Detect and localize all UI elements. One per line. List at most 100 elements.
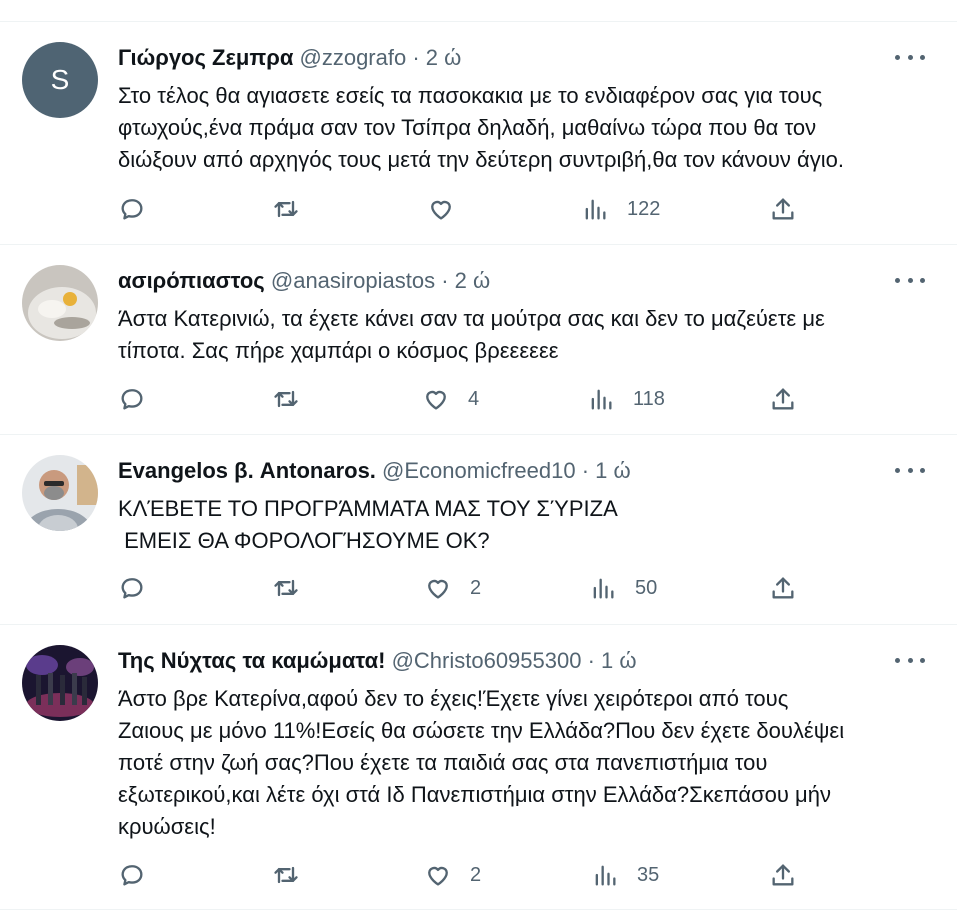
views-button[interactable]: 50 — [589, 573, 657, 603]
like-icon — [426, 390, 446, 410]
user-handle[interactable]: @zzografo — [300, 45, 407, 70]
tweet-text-line: τίποτα. Σας πήρε χαμπάρι ο κόσμος βρεεεε… — [118, 338, 559, 363]
view-count: 35 — [637, 863, 660, 886]
avatar[interactable] — [22, 265, 98, 341]
like-icon — [428, 579, 448, 599]
reply-icon — [121, 389, 143, 410]
avatar-letter: S — [50, 64, 70, 95]
tweet-text: Άστα Κατερινιώ, τα έχετε κάνει σαν τα μο… — [118, 303, 928, 367]
tweet-text-line: Άστα Κατερινιώ, τα έχετε κάνει σαν τα μο… — [118, 306, 825, 331]
share-button[interactable] — [769, 860, 797, 890]
tweet-actions: 2 50 — [0, 573, 957, 603]
views-icon — [585, 199, 606, 220]
views-button[interactable]: 122 — [581, 194, 660, 224]
reply-icon — [121, 199, 143, 220]
tweet-text: ΚΛΈΒΕΤΕ ΤΟ ΠΡΟΓΡΆΜΜΑΤΑ ΜΑΣ ΤΟΥ ΣΎΡΙΖΑ ΕΜ… — [118, 493, 928, 557]
avatar[interactable] — [22, 645, 98, 721]
retweet-icon — [274, 390, 298, 408]
tweet[interactable]: Της Νύχτας τα καμώματα! @Christo60955300… — [0, 625, 957, 910]
user-name[interactable]: ασιρόπιαστος — [118, 268, 265, 293]
avatar[interactable]: S — [22, 42, 98, 118]
more-icon[interactable] — [895, 275, 925, 285]
user-handle[interactable]: @anasiropiastos — [271, 268, 435, 293]
retweet-icon — [274, 200, 298, 218]
tweet-text-line: Ζαιους με μόνο 11%!Εσείς θα σώσετε την Ε… — [118, 718, 845, 743]
user-handle[interactable]: @Economicfreed10 — [382, 458, 576, 483]
retweet-button[interactable] — [272, 573, 300, 603]
user-handle[interactable]: @Christo60955300 — [392, 648, 582, 673]
tweet-actions: 122 — [0, 194, 957, 224]
retweet-button[interactable] — [272, 860, 300, 890]
avatar[interactable] — [22, 455, 98, 531]
retweet-icon — [274, 866, 298, 884]
retweet-button[interactable] — [272, 194, 300, 224]
like-count: 2 — [470, 863, 482, 886]
reply-button[interactable] — [118, 384, 146, 414]
view-count: 50 — [635, 576, 658, 599]
tweet-text-line: διώξουν από αρχηγός τους μετά την δεύτερ… — [118, 147, 844, 172]
views-button[interactable]: 35 — [591, 860, 659, 890]
reply-button[interactable] — [118, 860, 146, 890]
views-icon — [593, 578, 614, 599]
like-count: 2 — [470, 576, 482, 599]
user-name[interactable]: Γιώργος Ζεμπρα — [118, 45, 293, 70]
avatar-photo — [22, 645, 98, 721]
tweet-header: Γιώργος Ζεμπρα @zzografo · 2 ώ — [118, 44, 461, 72]
reply-icon — [121, 865, 143, 886]
share-button[interactable] — [769, 573, 797, 603]
separator: · — [441, 268, 449, 293]
tweet-header: Evangelos β. Antonaros. @Economicfreed10… — [118, 457, 631, 485]
tweet[interactable]: S Γιώργος Ζεμπρα @zzografo · 2 ώ Στο τέλ… — [0, 22, 957, 245]
like-icon — [431, 200, 451, 220]
tweet-text-line: φτωχούς,ένα πράμα σαν τον Τσίπρα δηλαδή,… — [118, 115, 817, 140]
timestamp[interactable]: 1 ώ — [601, 648, 637, 673]
user-name[interactable]: Evangelos β. Antonaros. — [118, 458, 376, 483]
reply-button[interactable] — [118, 573, 146, 603]
like-button[interactable]: 2 — [424, 860, 481, 890]
tweet[interactable]: Evangelos β. Antonaros. @Economicfreed10… — [0, 435, 957, 625]
share-icon — [772, 198, 794, 220]
tweet-text: Στο τέλος θα αγιασετε εσείς τα πασοκακια… — [118, 80, 928, 176]
views-icon — [595, 865, 616, 886]
like-button[interactable]: 4 — [422, 384, 479, 414]
tweet-text-line: ΚΛΈΒΕΤΕ ΤΟ ΠΡΟΓΡΆΜΜΑΤΑ ΜΑΣ ΤΟΥ ΣΎΡΙΖΑ — [118, 496, 618, 521]
separator: · — [581, 458, 590, 483]
avatar-photo — [22, 265, 98, 341]
reply-feed: S Γιώργος Ζεμπρα @zzografo · 2 ώ Στο τέλ… — [0, 0, 957, 921]
tweet-header: Της Νύχτας τα καμώματα! @Christo60955300… — [118, 647, 637, 675]
like-count: 4 — [468, 387, 480, 410]
reply-icon — [121, 578, 143, 599]
like-button[interactable] — [427, 194, 473, 224]
tweet-text-line: Άστο βρε Κατερίνα,αφού δεν το έχεις!Έχετ… — [118, 686, 789, 711]
more-icon[interactable] — [895, 655, 925, 665]
user-name[interactable]: Της Νύχτας τα καμώματα! — [118, 648, 385, 673]
share-icon — [772, 577, 794, 599]
separator: · — [412, 45, 420, 70]
more-icon[interactable] — [895, 465, 925, 475]
tweet-actions: 2 35 — [0, 860, 957, 890]
avatar-photo — [22, 455, 98, 531]
view-count: 122 — [627, 197, 661, 220]
view-count: 118 — [633, 387, 665, 410]
like-button[interactable]: 2 — [424, 573, 481, 603]
tweet-text-line: εξωτερικού,και λέτε όχι στά Ιδ Πανεπιστή… — [118, 782, 831, 807]
share-button[interactable] — [769, 384, 797, 414]
tweet-text-line: Στο τέλος θα αγιασετε εσείς τα πασοκακια… — [118, 83, 823, 108]
timestamp[interactable]: 2 ώ — [455, 268, 491, 293]
tweet-text-line: ποτέ στην ζωή σας?Που έχετε τα παιδιά σα… — [118, 750, 768, 775]
tweet[interactable]: ασιρόπιαστος @anasiropiastos · 2 ώ Άστα … — [0, 245, 957, 435]
share-icon — [772, 388, 794, 410]
reply-button[interactable] — [118, 194, 146, 224]
share-button[interactable] — [769, 194, 797, 224]
tweet-text: Άστο βρε Κατερίνα,αφού δεν το έχεις!Έχετ… — [118, 683, 928, 843]
separator: · — [587, 648, 595, 673]
retweet-button[interactable] — [272, 384, 300, 414]
share-icon — [772, 864, 794, 886]
tweet-text-line: ΕΜΕΙΣ ΘΑ ΦΟΡΟΛΟΓΉΣΟΥΜΕ ΟΚ? — [118, 528, 490, 553]
timestamp[interactable]: 2 ώ — [426, 45, 462, 70]
views-button[interactable]: 118 — [587, 384, 665, 414]
more-icon[interactable] — [895, 52, 925, 62]
tweet-header: ασιρόπιαστος @anasiropiastos · 2 ώ — [118, 267, 490, 295]
timestamp[interactable]: 1 ώ — [595, 458, 631, 483]
retweet-icon — [274, 579, 298, 597]
